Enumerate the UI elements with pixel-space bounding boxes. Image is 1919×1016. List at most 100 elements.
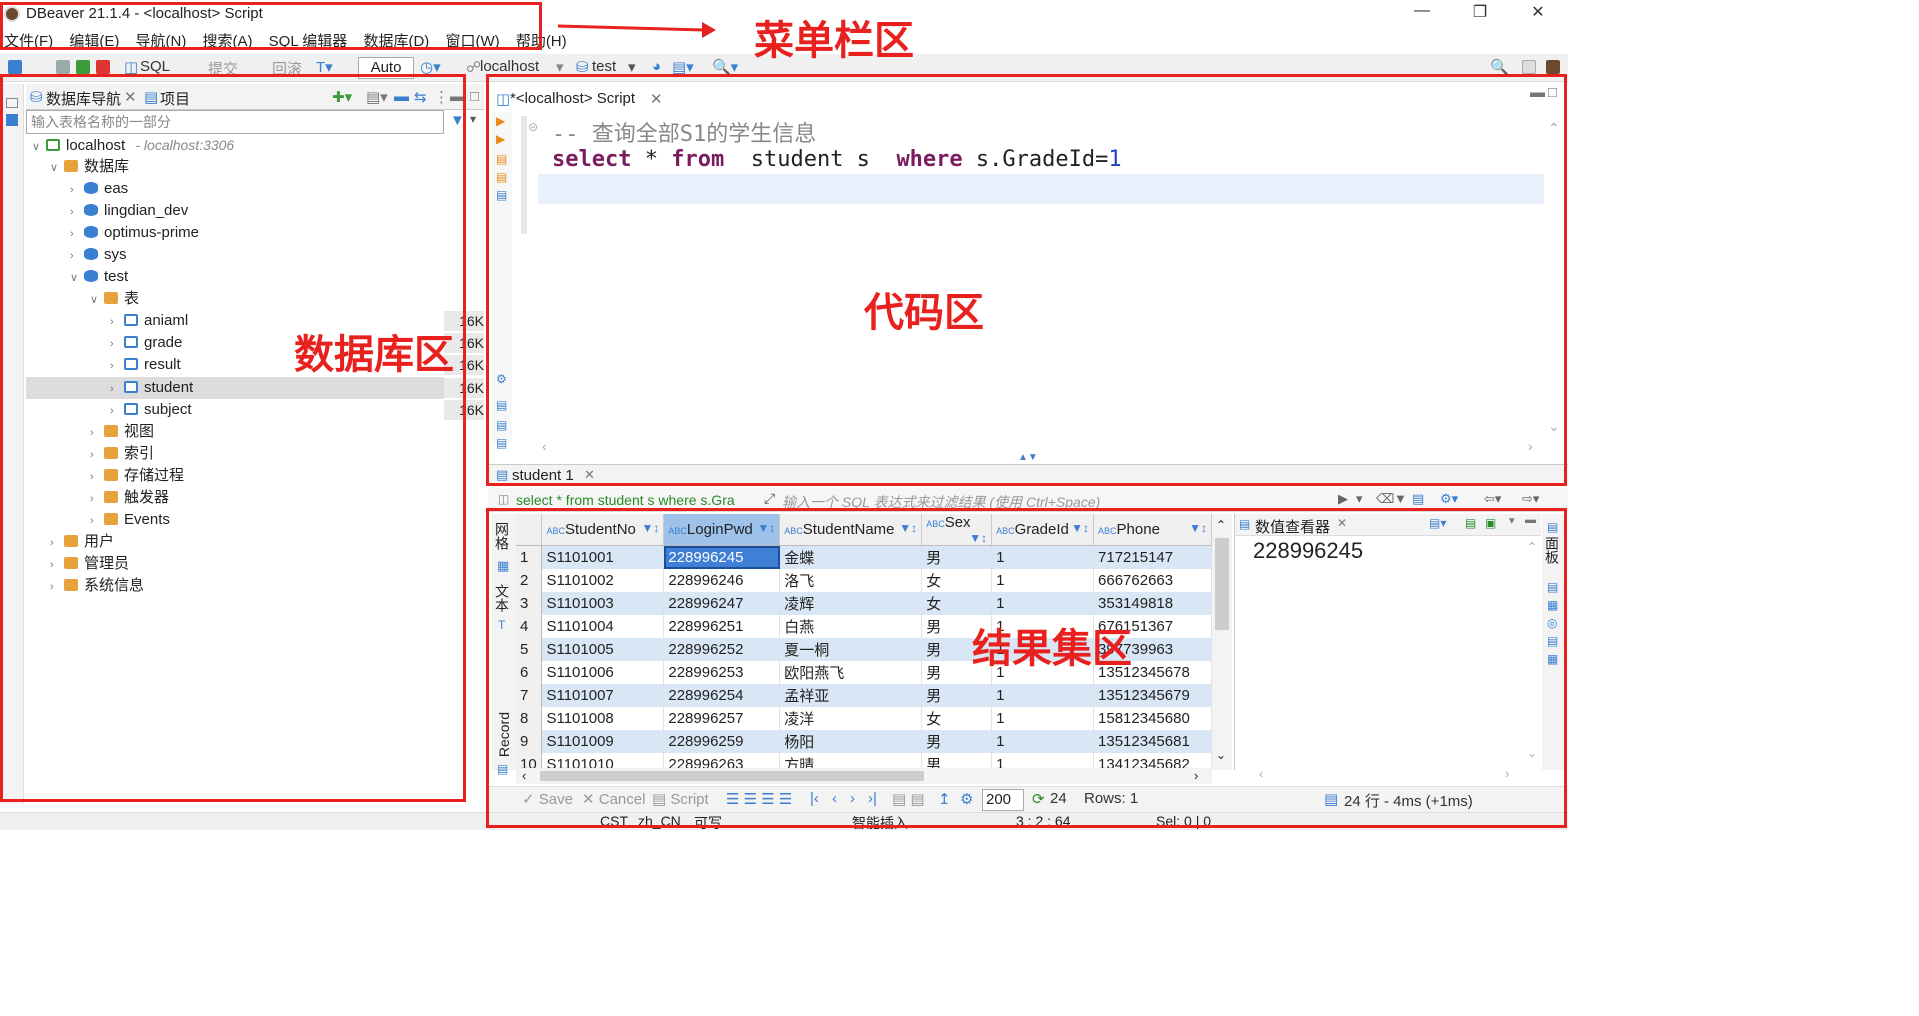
- export-icon[interactable]: ↥: [938, 790, 951, 808]
- table-cell[interactable]: 金蝶: [779, 545, 923, 569]
- tree-node-system-info[interactable]: › 系统信息: [50, 575, 144, 597]
- row-number[interactable]: 8: [516, 706, 543, 730]
- layout-icons[interactable]: ▤ ▤: [892, 790, 925, 808]
- menu-sql-editor[interactable]: SQL 编辑器: [269, 28, 348, 51]
- chevron-right-icon[interactable]: ›: [70, 179, 84, 201]
- scroll-right-icon[interactable]: ›: [1194, 768, 1198, 783]
- chevron-right-icon[interactable]: ›: [90, 510, 104, 532]
- table-cell[interactable]: 白燕: [779, 614, 923, 638]
- edit-row-icons[interactable]: ☰ ☰ ☰ ☰: [726, 790, 792, 808]
- close-icon[interactable]: ✕: [1518, 2, 1558, 26]
- tree-node-db-optimus-prime[interactable]: › optimus-prime: [70, 222, 199, 244]
- scroll-up-icon[interactable]: ⌃: [1548, 120, 1560, 137]
- table-cell[interactable]: 杨阳: [779, 729, 923, 753]
- grid-vertical-scrollbar[interactable]: ⌃ ⌄: [1212, 514, 1232, 770]
- new-connection-icon[interactable]: ✚▾: [332, 88, 352, 106]
- table-cell[interactable]: 228996257: [663, 706, 781, 730]
- table-cell[interactable]: 228996252: [663, 637, 781, 661]
- auto-commit-select[interactable]: Auto: [358, 57, 414, 79]
- tree-node-table-result[interactable]: › result: [110, 354, 181, 376]
- table-cell[interactable]: 女: [921, 706, 993, 730]
- new-connection-icon[interactable]: [8, 60, 22, 74]
- chevron-right-icon[interactable]: ›: [70, 245, 84, 267]
- maximize-panel-icon[interactable]: □: [1548, 84, 1557, 101]
- tab-results-student[interactable]: student 1: [512, 467, 574, 484]
- commit-button[interactable]: 提交: [208, 58, 238, 79]
- table-cell[interactable]: 欧阳燕飞: [779, 660, 923, 684]
- close-icon[interactable]: ✕: [584, 467, 595, 483]
- save-filter-icon[interactable]: ▤: [1412, 491, 1424, 507]
- table-cell[interactable]: 男: [921, 729, 993, 753]
- dbeaver-perspective-icon[interactable]: [1546, 60, 1560, 74]
- last-page-icon[interactable]: ›|: [868, 790, 877, 807]
- tree-node-tables[interactable]: ∨ 表: [90, 288, 139, 310]
- minimize-panel-icon[interactable]: ▬: [1530, 84, 1545, 101]
- table-row[interactable]: 1 S1101001 228996245 金蝶男 1 717215147: [516, 545, 1212, 569]
- sort-filter-icon[interactable]: ▼↕: [1071, 521, 1089, 535]
- apply-filter-icon[interactable]: ▶: [1338, 491, 1348, 507]
- table-cell[interactable]: 717215147: [1093, 545, 1212, 569]
- scroll-thumb[interactable]: [1215, 538, 1229, 630]
- code-comment[interactable]: -- 查询全部S1的学生信息: [552, 116, 816, 148]
- menu-search[interactable]: 搜索(A): [203, 28, 253, 51]
- chevron-right-icon[interactable]: ›: [110, 311, 124, 333]
- minimize-panel-icon[interactable]: ▬: [1525, 514, 1536, 526]
- forward-icon[interactable]: ⇨▾: [1522, 491, 1539, 507]
- metadata-icon[interactable]: ◎: [1547, 616, 1557, 630]
- table-cell[interactable]: S1101002: [541, 568, 665, 592]
- chevron-right-icon[interactable]: ›: [110, 400, 124, 422]
- tree-node-indexes[interactable]: › 索引: [90, 443, 154, 465]
- rollback-button[interactable]: 回滚: [272, 58, 302, 79]
- close-icon[interactable]: ✕: [124, 88, 137, 106]
- view-menu-icon[interactable]: ▾: [1509, 514, 1515, 527]
- scroll-up-icon[interactable]: ⌃: [1216, 518, 1226, 532]
- chevron-right-icon[interactable]: ›: [90, 488, 104, 510]
- menu-window[interactable]: 窗口(W): [445, 28, 499, 51]
- chevron-right-icon[interactable]: ›: [110, 355, 124, 377]
- table-cell[interactable]: 1: [991, 568, 1095, 592]
- auto-apply-icon[interactable]: ▣: [1485, 516, 1496, 530]
- value-viewer-content[interactable]: 228996245: [1253, 538, 1363, 564]
- sort-filter-icon[interactable]: ▼↕: [641, 521, 659, 535]
- table-cell[interactable]: 女: [921, 568, 993, 592]
- execute-script-icon[interactable]: ▶: [496, 132, 505, 146]
- chevron-down-icon[interactable]: ∨: [90, 289, 104, 311]
- tree-node-events[interactable]: › Events: [90, 509, 170, 531]
- table-row[interactable]: 3 S1101003 228996247 凌辉女 1 353149818: [516, 591, 1212, 615]
- column-header[interactable]: ABCLoginPwd ▼↕: [663, 514, 781, 546]
- column-header[interactable]: ABCStudentNo ▼↕: [541, 514, 665, 546]
- split-toggle-icon[interactable]: ▲▼: [1018, 452, 1038, 463]
- references-icon[interactable]: ▤: [1547, 634, 1558, 648]
- scroll-left-icon[interactable]: ‹: [542, 438, 547, 454]
- dropdown-arrow-icon[interactable]: ▾: [628, 58, 636, 76]
- menu-database[interactable]: 数据库(D): [363, 28, 429, 51]
- row-number[interactable]: 9: [516, 729, 543, 753]
- history-icon[interactable]: ◷▾: [420, 58, 441, 76]
- new-script-icon[interactable]: ▤: [496, 398, 507, 412]
- row-number[interactable]: 6: [516, 660, 543, 684]
- tree-node-db-sys[interactable]: › sys: [70, 244, 127, 266]
- cancel-button[interactable]: ✕ Cancel: [582, 790, 645, 808]
- script-button[interactable]: ▤ Script: [652, 790, 709, 808]
- tree-node-databases[interactable]: ∨ 数据库: [50, 156, 129, 178]
- table-cell[interactable]: 1: [991, 683, 1095, 707]
- table-cell[interactable]: S1101007: [541, 683, 665, 707]
- disconnect-icon[interactable]: [96, 60, 110, 74]
- tree-node-admins[interactable]: › 管理员: [50, 553, 129, 575]
- table-cell[interactable]: S1101006: [541, 660, 665, 684]
- scroll-right-icon[interactable]: ›: [1505, 766, 1509, 781]
- value-viewer-title[interactable]: 数值查看器: [1255, 516, 1330, 537]
- column-header[interactable]: ABCSex ▼↕: [921, 514, 993, 546]
- table-cell[interactable]: 228996251: [663, 614, 781, 638]
- transaction-log-icon[interactable]: ▤▾: [672, 58, 694, 76]
- chevron-right-icon[interactable]: ›: [70, 223, 84, 245]
- code-line-2[interactable]: select * from student s where s.GradeId=…: [552, 147, 1122, 172]
- table-cell[interactable]: 洛飞: [779, 568, 923, 592]
- row-number[interactable]: 2: [516, 568, 543, 592]
- table-cell[interactable]: 228996245: [663, 545, 781, 569]
- chevron-right-icon[interactable]: ›: [50, 576, 64, 598]
- sort-filter-icon[interactable]: ▼↕: [899, 521, 917, 535]
- active-schema-select[interactable]: test: [592, 58, 616, 75]
- chevron-right-icon[interactable]: ›: [90, 466, 104, 488]
- close-icon[interactable]: ✕: [650, 90, 663, 108]
